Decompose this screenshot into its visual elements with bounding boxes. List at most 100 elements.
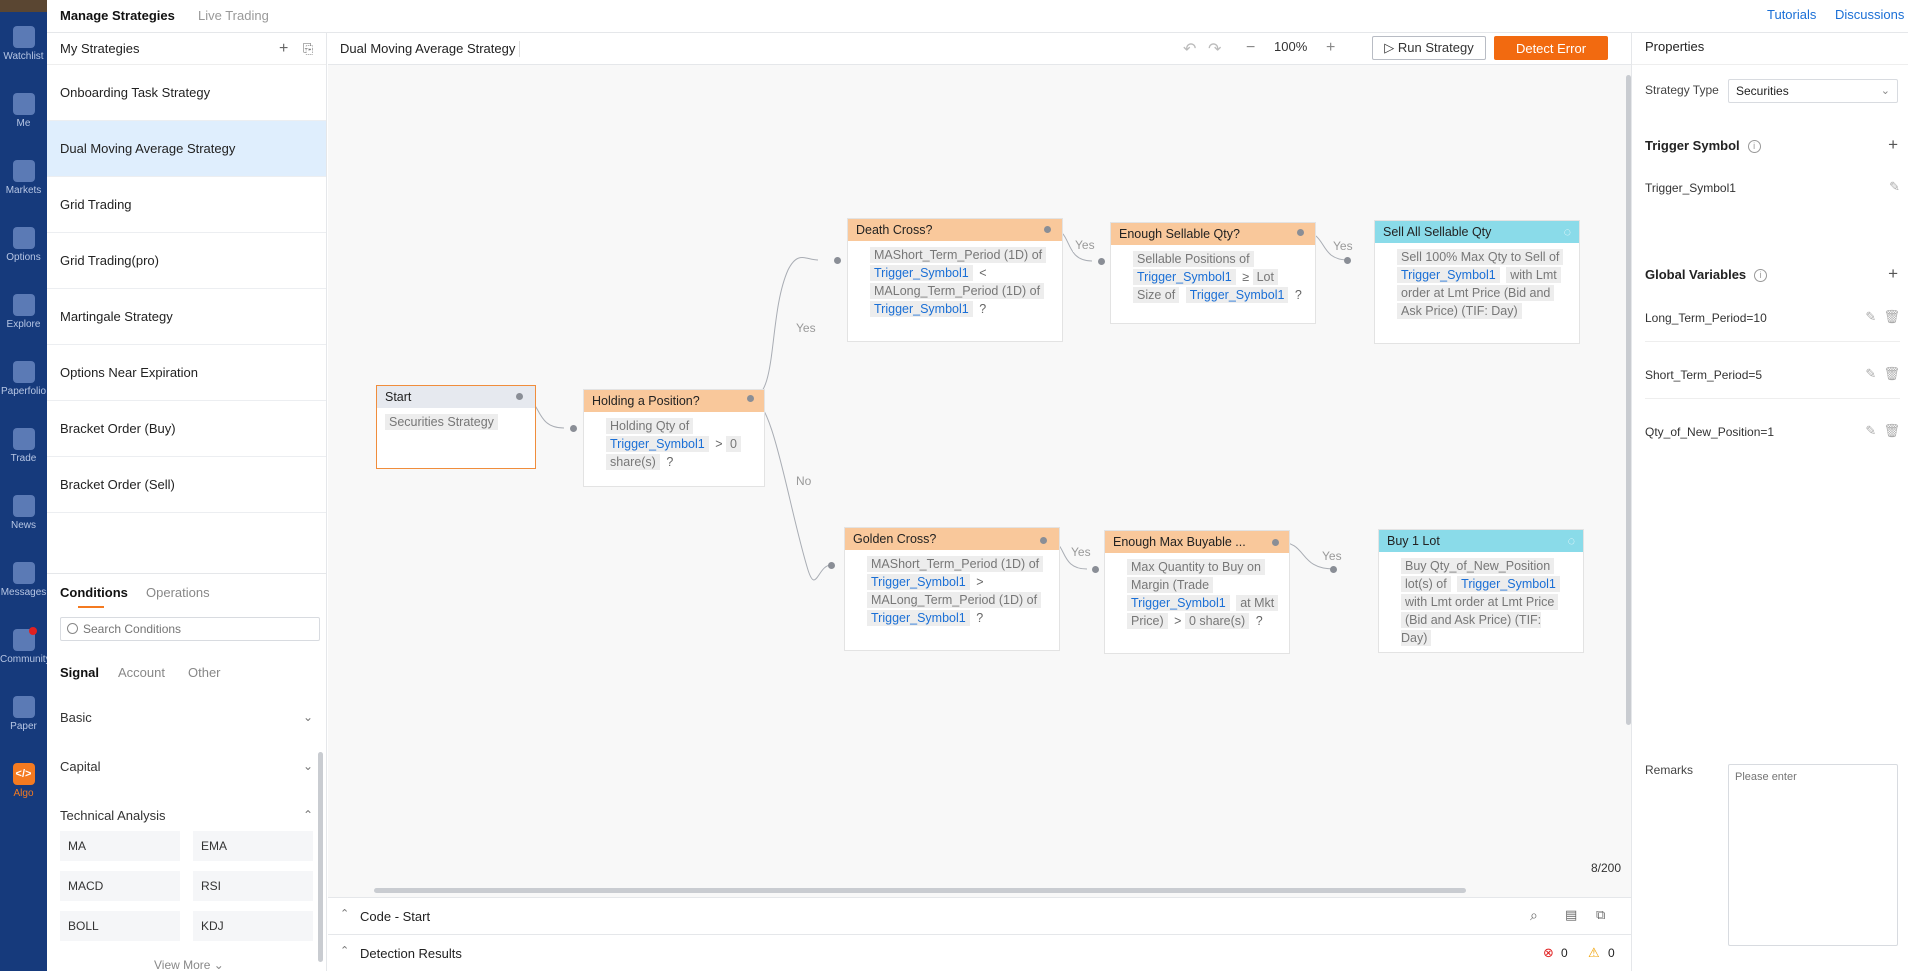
- strategy-list-panel: My Strategies + ⎘ Onboarding Task Strate…: [47, 33, 327, 573]
- input-port[interactable]: [1092, 566, 1099, 573]
- edit-delete-icons[interactable]: ✎ 🗑: [1865, 366, 1900, 382]
- info-icon[interactable]: i: [1754, 269, 1768, 282]
- condition-chip-kdj[interactable]: KDJ: [193, 911, 313, 941]
- nav-options[interactable]: Options: [0, 221, 47, 281]
- add-strategy-button[interactable]: +: [279, 33, 288, 65]
- strategy-canvas[interactable]: Yes No Yes Yes Yes Yes Start Securities …: [328, 65, 1631, 897]
- node-header: Death Cross?: [848, 219, 1062, 241]
- nav-messages[interactable]: Messages: [0, 556, 47, 616]
- subtab-signal[interactable]: Signal: [60, 665, 99, 680]
- tutorials-link[interactable]: Tutorials: [1767, 7, 1816, 22]
- tab-conditions[interactable]: Conditions: [60, 585, 128, 600]
- nav-me[interactable]: Me: [0, 87, 47, 147]
- add-trigger-symbol-button[interactable]: +: [1888, 135, 1898, 155]
- group-capital[interactable]: Capital ⌄: [60, 759, 313, 779]
- edit-delete-icons[interactable]: ✎ 🗑: [1865, 423, 1900, 439]
- remarks-label: Remarks: [1645, 763, 1694, 777]
- chevron-up-icon[interactable]: ⌃: [340, 907, 349, 920]
- global-variable-item: Short_Term_Period=5: [1645, 368, 1763, 382]
- strategy-type-select[interactable]: Securities ⌄: [1728, 79, 1898, 103]
- strategy-item[interactable]: Bracket Order (Sell): [47, 457, 326, 513]
- zoom-in-button[interactable]: +: [1326, 39, 1335, 57]
- external-link-icon[interactable]: ⧉: [1596, 907, 1605, 923]
- subtab-other[interactable]: Other: [188, 665, 221, 680]
- condition-chip-ema[interactable]: EMA: [193, 831, 313, 861]
- output-port[interactable]: [1297, 229, 1304, 236]
- remarks-textarea[interactable]: [1728, 764, 1898, 946]
- node-enough-sellable[interactable]: Enough Sellable Qty? Sellable Positions …: [1110, 222, 1316, 324]
- input-port[interactable]: [1098, 258, 1105, 265]
- nav-markets[interactable]: Markets: [0, 154, 47, 214]
- edit-icon[interactable]: ✎: [1889, 179, 1900, 195]
- node-start[interactable]: Start Securities Strategy: [376, 385, 536, 469]
- node-sell-all[interactable]: Sell All Sellable Qty ◌ Sell 100% Max Qty…: [1374, 220, 1580, 344]
- import-strategy-icon[interactable]: ⎘: [303, 33, 313, 65]
- conditions-panel: Conditions Operations Signal Account Oth…: [47, 573, 327, 972]
- output-port[interactable]: [747, 395, 754, 402]
- info-icon[interactable]: i: [1747, 140, 1761, 153]
- strategy-item[interactable]: Bracket Order (Buy): [47, 401, 326, 457]
- tab-live-trading[interactable]: Live Trading: [198, 8, 269, 23]
- search-conditions-input[interactable]: [83, 618, 303, 640]
- condition-chip-rsi[interactable]: RSI: [193, 871, 313, 901]
- node-golden-cross[interactable]: Golden Cross? MAShort_Term_Period (1D) o…: [844, 527, 1060, 651]
- node-holding-position[interactable]: Holding a Position? Holding Qty of Trigg…: [583, 389, 765, 487]
- code-bar[interactable]: ⌃ Code - Start ⌕ ▤ ⧉: [328, 897, 1631, 934]
- trigger-symbol-heading: Trigger Symbol i: [1645, 138, 1761, 153]
- view-more-link[interactable]: View More ⌄: [154, 958, 224, 972]
- tab-operations[interactable]: Operations: [146, 585, 210, 600]
- node-header: Sell All Sellable Qty ◌: [1375, 221, 1579, 243]
- output-port[interactable]: [516, 393, 523, 400]
- group-technical-analysis[interactable]: Technical Analysis ⌃: [60, 808, 313, 828]
- discussions-link[interactable]: Discussions: [1835, 7, 1904, 22]
- strategy-item[interactable]: Onboarding Task Strategy: [47, 65, 326, 121]
- output-port[interactable]: [1044, 226, 1051, 233]
- nav-algo[interactable]: </> Algo: [0, 757, 47, 817]
- input-port[interactable]: [834, 257, 841, 264]
- strategy-item[interactable]: Grid Trading: [47, 177, 326, 233]
- strategy-item[interactable]: Martingale Strategy: [47, 289, 326, 345]
- strategy-item-selected[interactable]: Dual Moving Average Strategy: [47, 121, 326, 177]
- canvas-strategy-title: Dual Moving Average Strategy: [340, 41, 516, 56]
- node-enough-max-buyable[interactable]: Enough Max Buyable ... Max Quantity to B…: [1104, 530, 1290, 654]
- input-port[interactable]: [570, 425, 577, 432]
- output-port[interactable]: [1272, 539, 1279, 546]
- news-icon: [12, 495, 35, 517]
- canvas-horizontal-scrollbar[interactable]: [374, 888, 1466, 893]
- condition-chip-ma[interactable]: MA: [60, 831, 180, 861]
- node-buy-1-lot[interactable]: Buy 1 Lot ◌ Buy Qty_of_New_Position lot(s…: [1378, 529, 1584, 653]
- detect-error-button[interactable]: Detect Error: [1494, 36, 1608, 60]
- add-global-variable-button[interactable]: +: [1888, 264, 1898, 284]
- strategy-list-header: My Strategies + ⎘: [47, 33, 326, 65]
- condition-chip-macd[interactable]: MACD: [60, 871, 180, 901]
- conditions-scrollbar[interactable]: [318, 752, 323, 962]
- subtab-account[interactable]: Account: [118, 665, 165, 680]
- condition-chip-boll[interactable]: BOLL: [60, 911, 180, 941]
- node-death-cross[interactable]: Death Cross? MAShort_Term_Period (1D) of…: [847, 218, 1063, 342]
- document-icon[interactable]: ▤: [1565, 907, 1577, 923]
- group-basic[interactable]: Basic ⌄: [60, 710, 313, 730]
- strategy-item[interactable]: Grid Trading(pro): [47, 233, 326, 289]
- nav-trade[interactable]: Trade: [0, 422, 47, 482]
- nav-watchlist[interactable]: Watchlist: [0, 20, 47, 80]
- tab-manage-strategies[interactable]: Manage Strategies: [60, 8, 175, 23]
- options-icon: [12, 227, 35, 249]
- edit-delete-icons[interactable]: ✎ 🗑: [1865, 309, 1900, 325]
- strategy-item[interactable]: Options Near Expiration: [47, 345, 326, 401]
- nav-news[interactable]: News: [0, 489, 47, 549]
- nav-community[interactable]: Community: [0, 623, 47, 683]
- nav-explore[interactable]: Explore: [0, 288, 47, 348]
- redo-icon[interactable]: ↷: [1208, 39, 1221, 59]
- search-icon[interactable]: ⌕: [1530, 907, 1538, 924]
- nav-paper[interactable]: Paper: [0, 690, 47, 750]
- chevron-up-icon[interactable]: ⌃: [340, 944, 349, 957]
- input-port[interactable]: [1330, 566, 1337, 573]
- input-port[interactable]: [1344, 257, 1351, 264]
- input-port[interactable]: [828, 562, 835, 569]
- detection-results-bar[interactable]: ⌃ Detection Results ⊗ 0 ⚠ 0: [328, 934, 1631, 971]
- undo-icon[interactable]: ↶: [1183, 39, 1196, 59]
- run-strategy-button[interactable]: ▷ Run Strategy: [1372, 36, 1486, 60]
- output-port[interactable]: [1040, 537, 1047, 544]
- zoom-out-button[interactable]: −: [1246, 39, 1255, 57]
- nav-paperfolio[interactable]: Paperfolio: [0, 355, 47, 415]
